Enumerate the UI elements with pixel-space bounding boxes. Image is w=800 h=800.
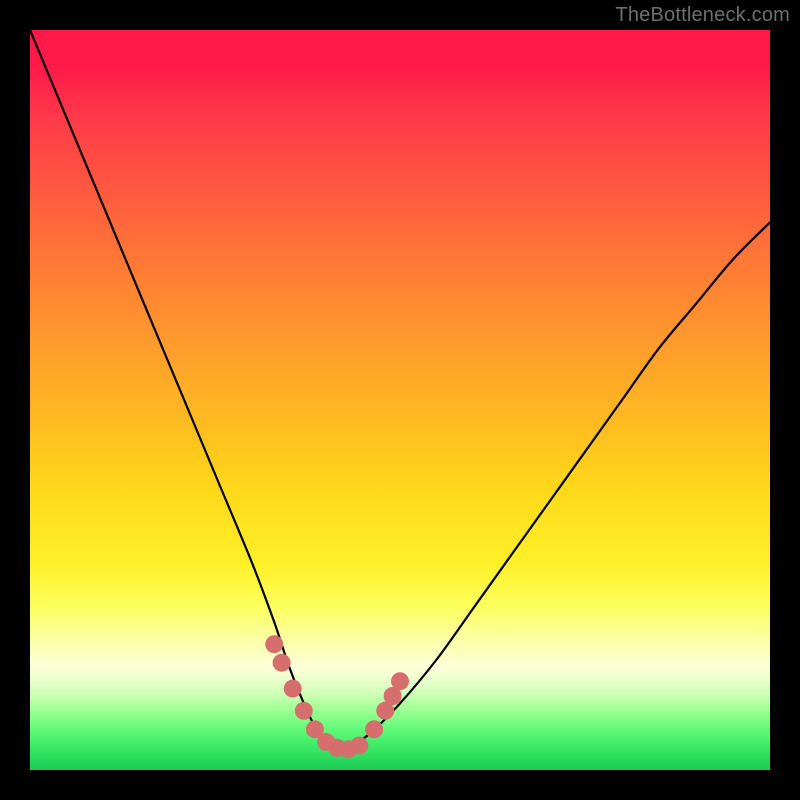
dot-right-1: [365, 720, 383, 738]
dot-left-4: [295, 702, 313, 720]
dot-left-1: [265, 635, 283, 653]
curve-markers: [265, 635, 409, 758]
dot-bottom-4: [350, 737, 368, 755]
dot-left-3: [284, 680, 302, 698]
bottleneck-curve: [30, 30, 770, 750]
chart-frame: TheBottleneck.com: [0, 0, 800, 800]
dot-left-2: [273, 654, 291, 672]
watermark-label: TheBottleneck.com: [615, 4, 790, 27]
plot-area: [30, 30, 770, 770]
chart-svg: [30, 30, 770, 770]
dot-right-4: [391, 672, 409, 690]
